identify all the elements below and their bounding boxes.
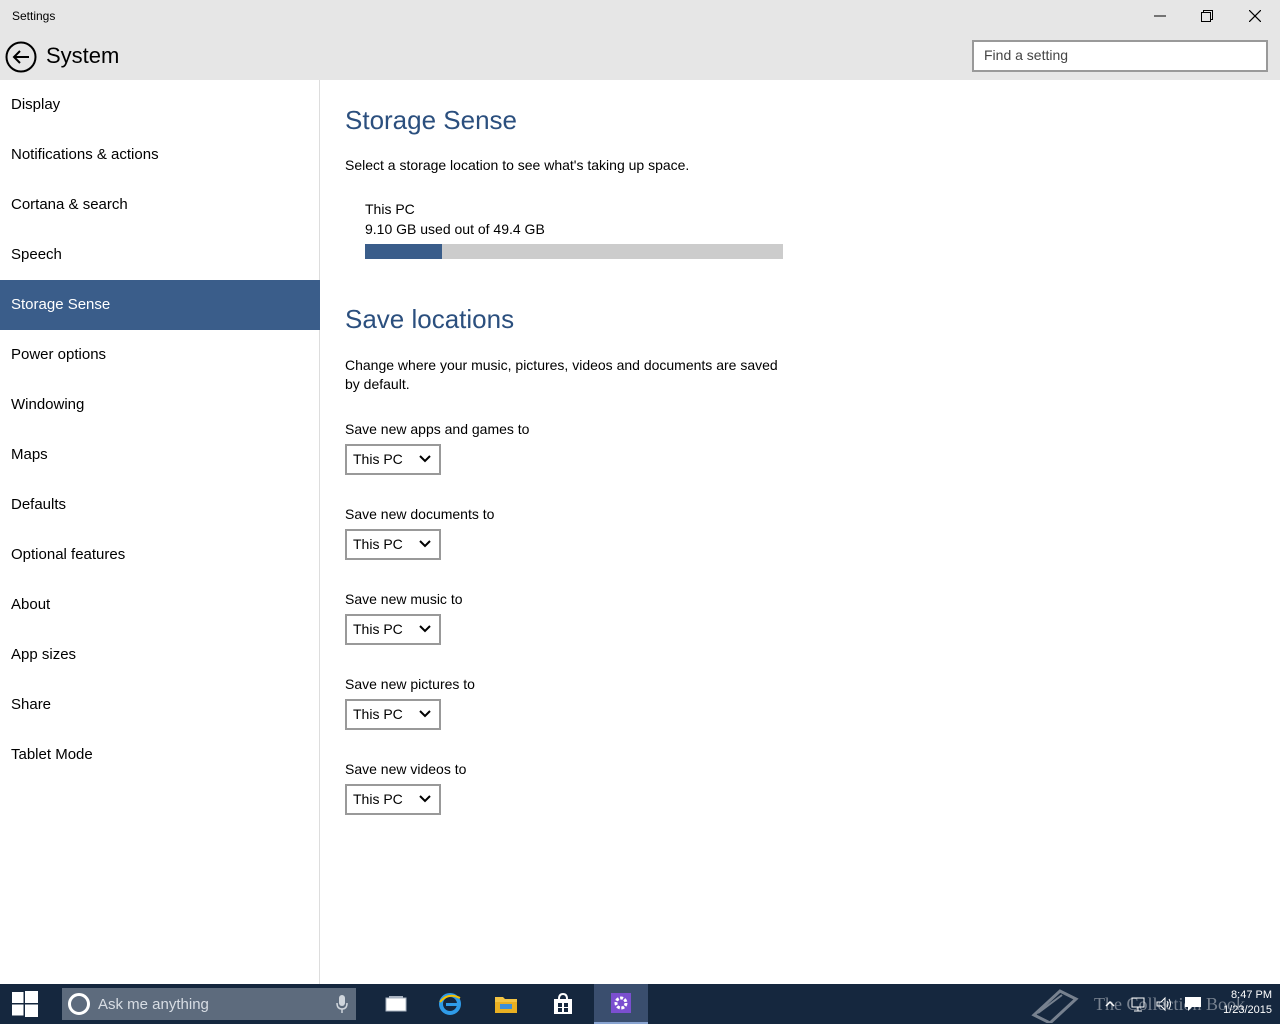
main-content: Storage Sense Select a storage location … (321, 80, 1280, 984)
storage-heading: Storage Sense (345, 105, 518, 135)
back-button[interactable] (5, 41, 37, 73)
restore-button[interactable] (1184, 0, 1230, 32)
dropdown-label-documents: Save new documents to (345, 506, 495, 522)
close-icon (1249, 10, 1261, 22)
sidebar-item-windowing[interactable]: Windowing (0, 380, 320, 430)
window-title: Settings (12, 9, 56, 23)
microphone-icon (336, 995, 348, 1013)
settings-app-button[interactable] (594, 984, 648, 1024)
chevron-down-icon (419, 795, 431, 803)
windows-logo-icon (12, 991, 38, 1017)
file-explorer-icon (495, 997, 517, 1013)
book-logo-icon (1031, 989, 1079, 1023)
sidebar-item-optional-features[interactable]: Optional features (0, 530, 320, 580)
settings-icon (611, 993, 631, 1013)
task-view-icon (385, 996, 407, 1012)
sidebar-item-power-options[interactable]: Power options (0, 330, 320, 380)
sidebar-item-storage-sense[interactable]: Storage Sense (0, 280, 320, 330)
dropdown-value: This PC (353, 536, 403, 552)
system-tray (1104, 984, 1202, 1024)
save-documents-dropdown[interactable]: This PC (345, 529, 441, 560)
save-apps-dropdown[interactable]: This PC (345, 444, 441, 475)
storage-usage-bar[interactable] (365, 244, 783, 259)
dropdown-value: This PC (353, 621, 403, 637)
sidebar-item-cortana[interactable]: Cortana & search (0, 180, 320, 230)
find-setting-input[interactable]: Find a setting (972, 40, 1268, 72)
sidebar-item-maps[interactable]: Maps (0, 430, 320, 480)
clock-time: 8:47 PM (1231, 989, 1272, 1001)
task-view-button[interactable] (369, 984, 423, 1024)
dropdown-label-music: Save new music to (345, 591, 463, 607)
clock[interactable]: 8:47 PM 1/23/2015 (1208, 988, 1272, 1018)
back-arrow-icon (5, 41, 37, 73)
sidebar-item-tablet-mode[interactable]: Tablet Mode (0, 730, 320, 780)
minimize-icon (1154, 15, 1166, 17)
cortana-search-box[interactable]: Ask me anything (62, 988, 356, 1020)
page-title: System (46, 43, 120, 68)
file-explorer-button[interactable] (479, 984, 533, 1024)
chevron-down-icon (419, 710, 431, 718)
chevron-down-icon (419, 455, 431, 463)
dropdown-label-apps: Save new apps and games to (345, 421, 530, 437)
sidebar-item-share[interactable]: Share (0, 680, 320, 730)
app-header: System Find a setting (0, 32, 1280, 80)
sidebar-item-app-sizes[interactable]: App sizes (0, 630, 320, 680)
start-button[interactable] (0, 984, 50, 1024)
edge-browser-button[interactable] (423, 984, 477, 1024)
drive-usage: 9.10 GB used out of 49.4 GB (365, 221, 545, 237)
save-locations-description: Change where your music, pictures, video… (345, 357, 778, 392)
sidebar-item-display[interactable]: Display (0, 80, 320, 130)
dropdown-label-videos: Save new videos to (345, 761, 467, 777)
cortana-placeholder: Ask me anything (98, 996, 209, 1013)
dropdown-value: This PC (353, 791, 403, 807)
sidebar-item-speech[interactable]: Speech (0, 230, 320, 280)
dropdown-label-pictures: Save new pictures to (345, 676, 475, 692)
storage-description: Select a storage location to see what's … (345, 157, 690, 173)
save-locations-heading: Save locations (345, 304, 515, 334)
action-center-icon (1185, 997, 1201, 1011)
save-pictures-dropdown[interactable]: This PC (345, 699, 441, 730)
storage-usage-fill (365, 244, 442, 259)
chevron-down-icon (419, 540, 431, 548)
save-music-dropdown[interactable]: This PC (345, 614, 441, 645)
network-icon (1131, 997, 1145, 1012)
sidebar: Display Notifications & actions Cortana … (0, 80, 320, 984)
taskbar: Ask me anything The Collection Book 8:47… (0, 984, 1280, 1024)
cortana-icon (68, 993, 90, 1015)
chevron-down-icon (419, 625, 431, 633)
save-videos-dropdown[interactable]: This PC (345, 784, 441, 815)
title-bar: Settings (0, 0, 1280, 32)
sidebar-item-notifications[interactable]: Notifications & actions (0, 130, 320, 180)
minimize-button[interactable] (1137, 0, 1183, 32)
sidebar-item-defaults[interactable]: Defaults (0, 480, 320, 530)
store-button[interactable] (536, 984, 590, 1024)
clock-date: 1/23/2015 (1223, 1004, 1272, 1016)
volume-icon (1156, 996, 1171, 1012)
dropdown-value: This PC (353, 451, 403, 467)
chevron-up-icon (1105, 1000, 1115, 1007)
store-icon (554, 993, 572, 1014)
close-button[interactable] (1232, 0, 1278, 32)
drive-name[interactable]: This PC (365, 201, 415, 217)
restore-icon (1201, 10, 1213, 22)
edge-browser-icon (439, 993, 461, 1015)
sidebar-item-about[interactable]: About (0, 580, 320, 630)
dropdown-value: This PC (353, 706, 403, 722)
